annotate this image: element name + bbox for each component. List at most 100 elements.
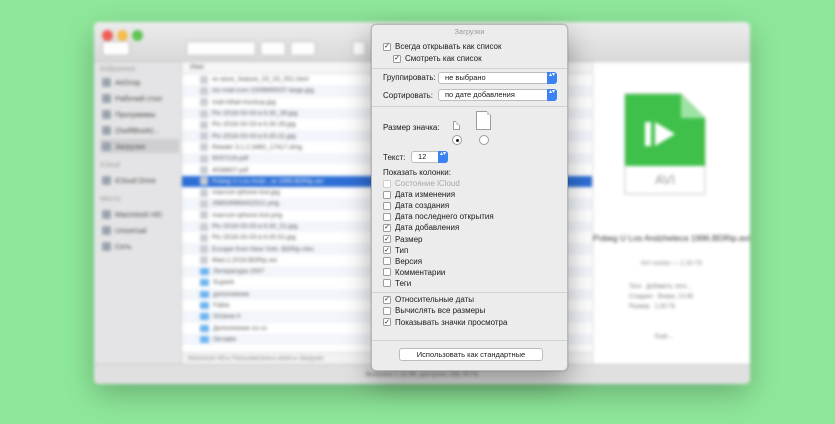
sort-by-label: Сортировать: — [383, 91, 434, 100]
file-icon — [200, 143, 208, 152]
columns-checkbox-5[interactable]: ✓ Размер — [383, 234, 423, 245]
columns-checkbox-1[interactable]: Дата изменения — [383, 189, 455, 200]
checkbox-box — [383, 179, 391, 188]
checkbox-box: ✓ — [383, 235, 391, 243]
checkbox-box — [383, 268, 391, 277]
file-icon — [200, 188, 208, 197]
checkbox-box — [383, 201, 391, 210]
columns-checkbox-8[interactable]: Комментарии — [383, 267, 445, 278]
sidebar-item-downloads[interactable]: Загрузки — [100, 139, 179, 153]
file-icon — [200, 177, 208, 186]
network-icon — [102, 241, 111, 251]
use-as-defaults-button[interactable]: Использовать как стандартные — [399, 348, 543, 361]
columns-checkbox-2[interactable]: Дата создания — [383, 200, 449, 211]
avi-file-icon: AVI — [624, 93, 706, 195]
back-forward-button[interactable] — [102, 41, 130, 56]
folder-icon — [200, 313, 209, 321]
sidebar-item-swiftbook[interactable]: (SwiftBook)... — [100, 123, 179, 137]
large-icon-size-radio[interactable] — [479, 135, 489, 145]
share-button[interactable] — [352, 41, 366, 56]
disk-icon — [102, 209, 111, 219]
sort-by-popup[interactable]: по дате добавления ▴▾ — [438, 89, 557, 101]
preview-file-kind: AVI media — 2,35 ГБ — [640, 260, 703, 267]
view-options-panel: Загрузки ✓ Всегда открывать как список ✓… — [371, 24, 568, 371]
preview-meta-size: Размер 2,35 ГБ — [629, 304, 676, 310]
columns-checkbox-3[interactable]: Дата последнего открытия — [383, 211, 494, 222]
large-icon-size-icon — [476, 111, 491, 130]
downloads-icon — [102, 141, 111, 151]
sidebar-icloud-header: iCloud — [100, 162, 120, 169]
sidebar-item-desktop[interactable]: Рабочий стол — [100, 91, 179, 105]
file-icon — [200, 132, 208, 141]
preview-meta-tags[interactable]: Теги Добавить теги… — [629, 284, 692, 290]
sidebar-places-header: Места — [100, 196, 121, 203]
disk-icon — [102, 225, 111, 235]
checkbox-box — [383, 279, 391, 288]
sidebar-favorites-header: Избранное — [100, 66, 136, 73]
separator — [372, 68, 567, 69]
columns-checkbox-6[interactable]: ✓ Тип — [383, 245, 408, 256]
sidebar-item-applications[interactable]: Программы — [100, 107, 179, 121]
browse-as-list-checkbox[interactable]: ✓ Смотреть как список — [393, 53, 482, 64]
file-icon — [200, 222, 208, 231]
sidebar-item-airdrop[interactable]: AirDrop — [100, 75, 179, 89]
file-icon — [200, 75, 208, 84]
file-icon — [200, 98, 208, 107]
checkbox-box — [383, 257, 391, 266]
folder-icon — [200, 290, 209, 298]
always-open-as-list-checkbox[interactable]: ✓ Всегда открывать как список — [383, 41, 502, 52]
zoom-window-button[interactable] — [132, 30, 143, 41]
folder-icon — [200, 324, 209, 332]
sidebar-item-icloud-drive[interactable]: iCloud Drive — [100, 173, 179, 187]
folder-icon — [200, 302, 209, 310]
sidebar-item-macintosh-hd[interactable]: Macintosh HD — [100, 207, 179, 221]
close-window-button[interactable] — [102, 30, 113, 41]
file-icon — [200, 166, 208, 175]
applications-icon — [102, 109, 111, 119]
options-checkbox-2[interactable]: ✓ Показывать значки просмотра — [383, 317, 507, 328]
file-icon — [200, 233, 208, 242]
arrange-button[interactable] — [260, 41, 286, 56]
popup-arrows-icon: ▴▾ — [438, 151, 448, 163]
sidebar-item-network[interactable]: Сеть — [100, 239, 179, 253]
group-by-label: Группировать: — [383, 73, 436, 82]
folder-icon — [102, 125, 111, 135]
panel-title: Загрузки — [454, 27, 485, 36]
columns-checkbox-4[interactable]: ✓ Дата добавления — [383, 222, 459, 233]
preview-file-name: Pobeg U Los Andzheleca 1996.BDRip.avi — [593, 233, 750, 243]
action-button[interactable] — [290, 41, 316, 56]
separator — [372, 292, 567, 293]
cloud-icon — [102, 175, 111, 185]
small-icon-size-radio[interactable] — [452, 135, 462, 145]
sidebar-item-universal[interactable]: Universal — [100, 223, 179, 237]
file-icon — [200, 199, 208, 208]
columns-checkbox-9[interactable]: Теги — [383, 278, 411, 289]
checkbox-box: ✓ — [393, 54, 401, 63]
view-mode-buttons[interactable] — [186, 41, 256, 56]
columns-checkbox-0: Состояние iCloud — [383, 178, 460, 189]
separator — [372, 106, 567, 107]
checkbox-box — [383, 190, 391, 199]
text-size-popup[interactable]: 12 ▴▾ — [411, 151, 448, 163]
preview-more-link[interactable]: Ещё… — [655, 334, 673, 340]
file-icon — [200, 120, 208, 129]
checkbox-box: ✓ — [383, 246, 391, 255]
small-icon-size-icon — [453, 121, 460, 130]
icon-size-label: Размер значка: — [383, 123, 440, 132]
folder-icon — [200, 279, 209, 287]
checkbox-box: ✓ — [383, 295, 391, 304]
file-icon — [200, 86, 208, 95]
checkbox-box — [383, 212, 391, 221]
group-by-popup[interactable]: не выбрано ▴▾ — [438, 72, 557, 84]
columns-checkbox-7[interactable]: Версия — [383, 256, 422, 267]
folder-icon — [200, 335, 209, 343]
options-checkbox-0[interactable]: ✓ Относительные даты — [383, 294, 474, 305]
popup-arrows-icon: ▴▾ — [547, 72, 557, 84]
options-checkbox-1[interactable]: Вычислять все размеры — [383, 305, 485, 316]
separator — [372, 340, 567, 341]
checkbox-box — [383, 306, 391, 315]
minimize-window-button[interactable] — [117, 30, 128, 41]
file-icon — [200, 109, 208, 118]
show-columns-label: Показать колонки: — [383, 168, 451, 177]
file-icon — [200, 211, 208, 220]
